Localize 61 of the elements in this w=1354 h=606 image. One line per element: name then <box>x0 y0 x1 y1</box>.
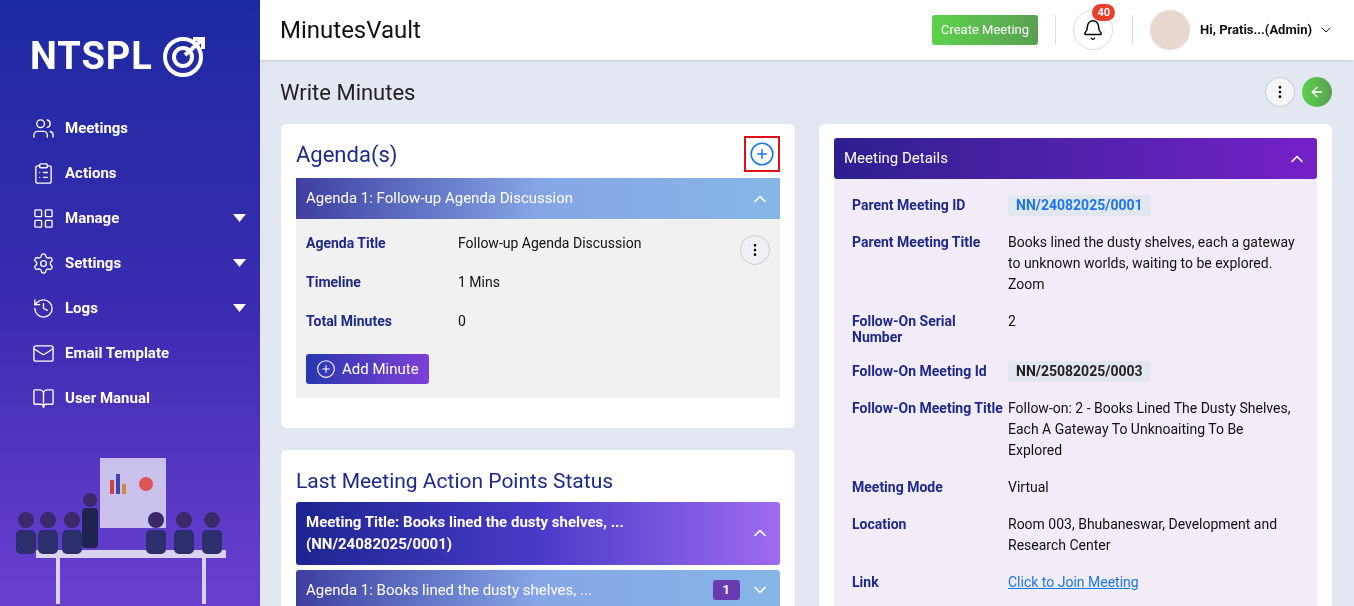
detail-label: Follow-On Serial Number <box>852 312 957 345</box>
detail-value: 2 <box>1008 312 1017 331</box>
field-label: Total Minutes <box>306 312 393 331</box>
add-minute-button[interactable]: Add Minute <box>306 354 429 384</box>
avatar[interactable] <box>1150 10 1191 50</box>
app-title: MinutesVault <box>280 15 422 46</box>
caret-down-icon <box>233 259 246 267</box>
people-icon <box>32 116 55 140</box>
detail-label: Location <box>852 515 908 534</box>
caret-down-icon <box>233 214 246 222</box>
meeting-id: NN/25082025/0003 <box>1008 361 1151 382</box>
detail-label: Parent Meeting Title <box>852 233 982 252</box>
page-title: Write Minutes <box>280 78 417 107</box>
history-icon <box>32 296 55 320</box>
back-button[interactable] <box>1302 77 1332 107</box>
field-value: 0 <box>458 312 466 331</box>
agenda-header[interactable]: Agenda 1: Books lined the dusty shelves, ... 1 <box>296 569 780 606</box>
sidebar-item[interactable]: Actions <box>32 157 246 189</box>
field-value: 1 Mins <box>458 273 500 292</box>
plus-circle-icon <box>316 359 336 379</box>
detail-label: Follow-On Meeting Title <box>852 399 1004 418</box>
meeting-header[interactable]: Meeting Title: Books lined the dusty shelves, ... (NN/24082025/0001) <box>296 501 780 565</box>
notification-count: 40 <box>1092 4 1116 21</box>
grid-icon <box>32 206 55 230</box>
detail-label: Follow-On Meeting Id <box>852 362 988 381</box>
sidebar-item[interactable]: Email Template <box>32 337 246 369</box>
field-value: Follow-up Agenda Discussion <box>458 234 642 253</box>
detail-value: Virtual <box>1008 478 1050 497</box>
section-title: Last Meeting Action Points Status <box>296 468 615 495</box>
more-options-button[interactable] <box>1265 77 1295 107</box>
field-label: Timeline <box>306 273 362 292</box>
section-title: Agenda(s) <box>296 140 398 169</box>
detail-label: Meeting Mode <box>852 478 944 497</box>
detail-value: Follow-on: 2 - Books Lined The Dusty Shelves, Each A Gateway To Unknoaiting To Be Explored <box>1008 399 1292 460</box>
count-badge: 1 <box>712 580 740 600</box>
detail-label: Link <box>852 573 880 592</box>
logo-text: NTSPL <box>30 37 153 75</box>
detail-label: Parent Meeting ID <box>852 196 967 215</box>
agenda-header[interactable]: Agenda 1: Follow-up Agenda Discussion <box>296 178 780 219</box>
join-meeting-link[interactable]: Click to Join Meeting <box>1008 574 1139 590</box>
field-label: Agenda Title <box>306 234 387 253</box>
bell-icon <box>1082 19 1105 41</box>
user-menu[interactable]: Hi, Pratis...(Admin) <box>1200 20 1334 40</box>
clipboard-icon <box>32 161 55 185</box>
book-icon <box>32 386 55 410</box>
add-agenda-button[interactable] <box>744 136 780 172</box>
sidebar-item[interactable]: Manage <box>32 202 246 234</box>
settings-icon <box>32 251 55 275</box>
detail-value: Books lined the dusty shelves, each a gateway to unknown worlds, waiting to be explored. Zoom <box>1008 233 1296 294</box>
meeting-title: Meeting Title: Books lined the dusty shelves, ... <box>306 512 624 533</box>
sidebar-item[interactable]: User Manual <box>32 382 246 414</box>
sidebar-item[interactable]: Logs <box>32 292 246 324</box>
sidebar-item[interactable]: Meetings <box>32 112 246 144</box>
more-options-button[interactable] <box>740 235 770 265</box>
caret-down-icon <box>233 304 246 312</box>
details-header[interactable]: Meeting Details <box>834 138 1317 179</box>
meeting-id: (NN/24082025/0001) <box>306 534 454 555</box>
plus-circle-icon <box>749 141 775 167</box>
sidebar-item[interactable]: Settings <box>32 247 246 279</box>
detail-value: Room 003, Bhubaneswar, Development and Research Center <box>1008 515 1279 555</box>
arrow-left-icon <box>1309 84 1325 100</box>
